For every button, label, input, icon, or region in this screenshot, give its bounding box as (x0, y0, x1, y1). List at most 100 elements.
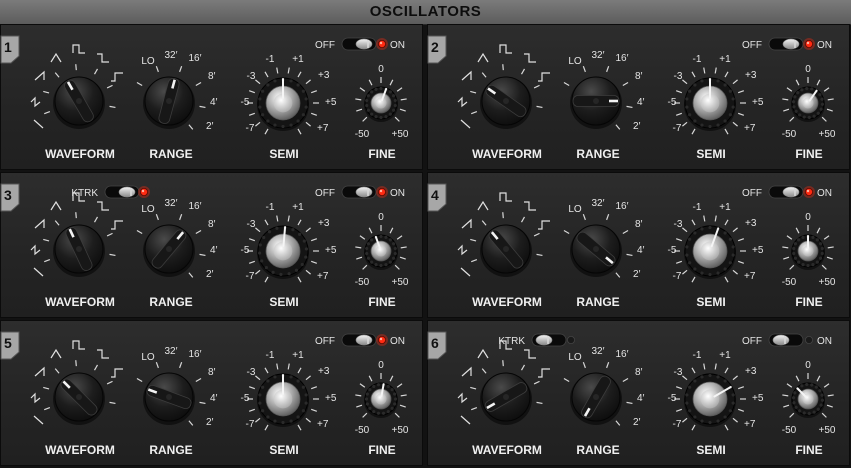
tick-mark (248, 90, 256, 94)
semi-mark: -1 (266, 202, 275, 213)
power-toggle[interactable] (341, 185, 377, 199)
semi-mark: +3 (745, 218, 757, 229)
semi-mark: -7 (246, 419, 255, 430)
waveform-icon-pw (524, 53, 536, 63)
fine-label: FINE (795, 295, 822, 309)
semi-mark: +5 (752, 97, 764, 108)
range-mark: 16′ (616, 349, 629, 360)
waveform-knob[interactable] (53, 372, 105, 425)
tick-mark (471, 407, 478, 411)
power-led (376, 334, 388, 346)
fine-mark: 0 (805, 360, 811, 371)
range-knob[interactable] (143, 76, 195, 129)
range-mark: LO (568, 352, 582, 363)
semi-section: -7 -5 -3 -1 +1 +3 +5 +7 SEMI (241, 350, 337, 457)
semi-knob[interactable] (256, 224, 310, 279)
tick-mark (400, 246, 407, 249)
tick-mark (75, 360, 77, 367)
tick-mark (675, 112, 683, 116)
tick-mark (75, 64, 77, 71)
tick-mark (724, 424, 729, 431)
tick-mark (399, 108, 406, 112)
semi-knob[interactable] (678, 219, 742, 283)
semi-knob[interactable] (684, 77, 736, 131)
waveform-section: WAVEFORM (30, 44, 123, 161)
waveform-knob[interactable] (480, 76, 532, 129)
waveform-label: WAVEFORM (45, 295, 115, 309)
range-mark: 2′ (206, 121, 214, 132)
waveform-knob[interactable] (53, 224, 105, 277)
ktrk-toggle[interactable] (531, 333, 567, 347)
range-mark: 32′ (592, 198, 605, 209)
fine-mark: 0 (805, 212, 811, 223)
range-section: LO 32′ 16′ 8′ 4′ 2′ RANGE (563, 346, 645, 457)
semi-mark: +5 (325, 245, 337, 256)
tick-mark (470, 90, 477, 94)
tick-mark (703, 363, 706, 370)
semi-mark: -3 (247, 367, 256, 378)
semi-mark: +7 (317, 271, 329, 282)
tick-mark (682, 417, 688, 423)
tick-mark (368, 375, 373, 382)
range-mark: 4′ (637, 393, 645, 404)
tick-mark (44, 111, 51, 115)
tick-mark (255, 269, 261, 275)
tick-mark (471, 111, 478, 115)
waveform-knob[interactable] (53, 76, 105, 129)
tick-mark (823, 383, 830, 388)
tick-mark (606, 214, 610, 221)
tick-mark (93, 364, 99, 371)
tick-mark (362, 412, 368, 418)
tick-mark (264, 276, 269, 283)
range-mark: 16′ (189, 201, 202, 212)
tick-mark (782, 246, 789, 249)
tick-mark (297, 367, 302, 374)
tick-mark (533, 380, 540, 385)
power-toggle[interactable] (341, 37, 377, 51)
tick-mark (394, 264, 400, 270)
tick-mark (606, 66, 610, 73)
tick-mark (43, 386, 50, 390)
semi-section: -7 -5 -3 -1 +1 +3 +5 +7 SEMI (668, 350, 764, 457)
oscillator-panel-2: WAVEFORM LO 32′ 16′ 8′ 4′ 2′ RANGE -7 -5 -3 -1 +1 +3 +… (427, 24, 850, 170)
range-knob[interactable] (570, 76, 622, 129)
tick-mark (155, 214, 159, 221)
fine-knob[interactable] (791, 234, 825, 270)
tick-mark (703, 67, 706, 74)
fine-mark: -50 (782, 129, 797, 140)
range-mark: 16′ (189, 53, 202, 64)
semi-mark: +7 (744, 271, 756, 282)
range-knob[interactable] (570, 372, 622, 425)
fine-section: -50 0 +50 FINE (355, 360, 409, 457)
power-toggle[interactable] (768, 333, 804, 347)
semi-knob[interactable] (676, 365, 744, 433)
semi-knob[interactable] (257, 77, 309, 131)
tick-mark (481, 368, 487, 374)
range-knob[interactable] (143, 224, 195, 277)
tick-mark (737, 112, 745, 116)
semi-knob[interactable] (257, 373, 309, 427)
range-mark: 8′ (208, 219, 216, 230)
range-mark: 2′ (633, 417, 641, 428)
fine-mark: 0 (805, 64, 811, 75)
waveform-section: WAVEFORM (30, 192, 123, 309)
fine-mark: 0 (378, 64, 384, 75)
oscillator-number-tab: 2 (427, 35, 450, 64)
tick-mark (359, 235, 366, 240)
power-toggle[interactable] (768, 37, 804, 51)
range-knob[interactable] (143, 372, 195, 425)
tick-mark (816, 227, 821, 234)
semi-mark: -7 (246, 271, 255, 282)
range-mark: 16′ (189, 349, 202, 360)
fine-knob[interactable] (362, 380, 399, 418)
tick-mark (305, 269, 311, 275)
waveform-knob[interactable] (480, 372, 532, 425)
power-toggle[interactable] (341, 333, 377, 347)
power-toggle[interactable] (768, 185, 804, 199)
ktrk-toggle[interactable] (104, 185, 140, 199)
oscillator-number-tab: 4 (427, 183, 450, 212)
power-off-label: OFF (742, 40, 762, 51)
fine-mark: +50 (392, 277, 409, 288)
waveform-knob[interactable] (480, 224, 532, 277)
range-knob[interactable] (570, 224, 622, 277)
